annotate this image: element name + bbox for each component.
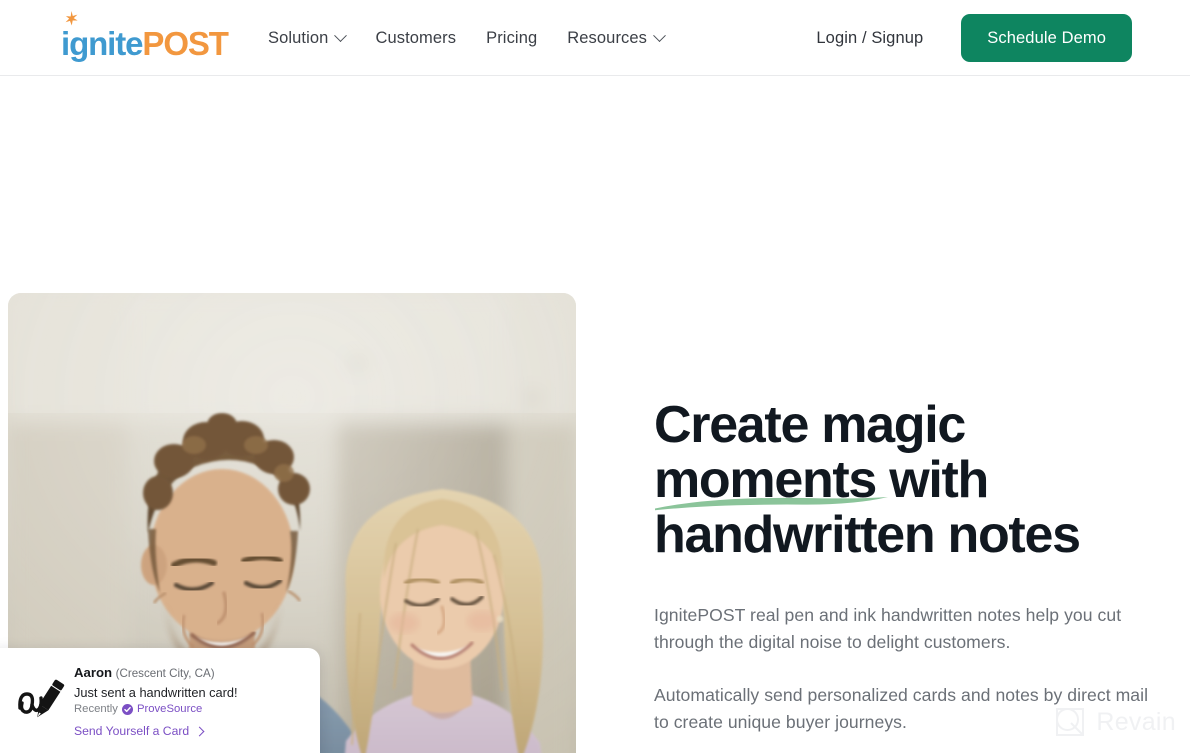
site-header: ignite POST Solution Customers Pricing R… [0, 0, 1190, 76]
nav-label-resources: Resources [567, 28, 648, 47]
hero-paragraph-2: Automatically send personalized cards an… [654, 685, 1149, 732]
nav-item-solution[interactable]: Solution [268, 28, 348, 48]
notification-location: (Crescent City, CA) [115, 667, 215, 680]
login-signup-link[interactable]: Login / Signup [816, 29, 923, 48]
notification-user-name: Aaron [74, 665, 113, 680]
headline-line-2: moments with [654, 451, 989, 509]
provesource-notification[interactable]: Aaron (Crescent City, CA) Just sent a ha… [0, 648, 320, 753]
nav-item-pricing[interactable]: Pricing [486, 29, 537, 48]
nav-item-customers[interactable]: Customers [375, 29, 456, 48]
notification-heading: Aaron (Crescent City, CA) [74, 664, 306, 682]
hero-paragraph-1: IgnitePOST real pen and ink handwritten … [654, 605, 1122, 652]
schedule-demo-button[interactable]: Schedule Demo [961, 14, 1132, 62]
notification-time: Recently [74, 703, 118, 715]
primary-nav: Solution Customers Pricing Resources [268, 0, 666, 76]
page-title: Create magic moments with handwritten no… [654, 398, 1154, 563]
pen-writing-icon [18, 679, 65, 718]
notification-source: ProveSource [136, 703, 203, 715]
nav-label-pricing: Pricing [486, 28, 538, 47]
logo-text-ignite: ignite [61, 25, 144, 62]
verified-check-icon [121, 703, 133, 715]
header-actions: Login / Signup Schedule Demo [816, 0, 1132, 76]
logo-text-post: POST [142, 25, 229, 62]
headline-line-3: handwritten notes [654, 506, 1081, 564]
notification-message: Just sent a handwritten card! [74, 685, 238, 700]
send-yourself-a-card-link[interactable]: Send Yourself a Card [74, 724, 306, 738]
notification-content: Aaron (Crescent City, CA) Just sent a ha… [74, 661, 306, 738]
headline-line-1: Create magic [654, 396, 966, 454]
chevron-right-icon [194, 726, 205, 736]
notification-meta: Recently ProveSource [74, 703, 306, 715]
chevron-down-icon [334, 28, 348, 42]
hero-copy: Create magic moments with handwritten no… [654, 398, 1154, 735]
chevron-down-icon [653, 28, 666, 42]
page-root: ignite POST Solution Customers Pricing R… [0, 0, 1190, 753]
nav-label-solution: Solution [268, 28, 329, 47]
nav-item-resources[interactable]: Resources [567, 28, 666, 48]
brand-logo[interactable]: ignite POST [61, 11, 229, 62]
nav-label-customers: Customers [375, 28, 457, 47]
send-card-label: Send Yourself a Card [74, 724, 190, 738]
